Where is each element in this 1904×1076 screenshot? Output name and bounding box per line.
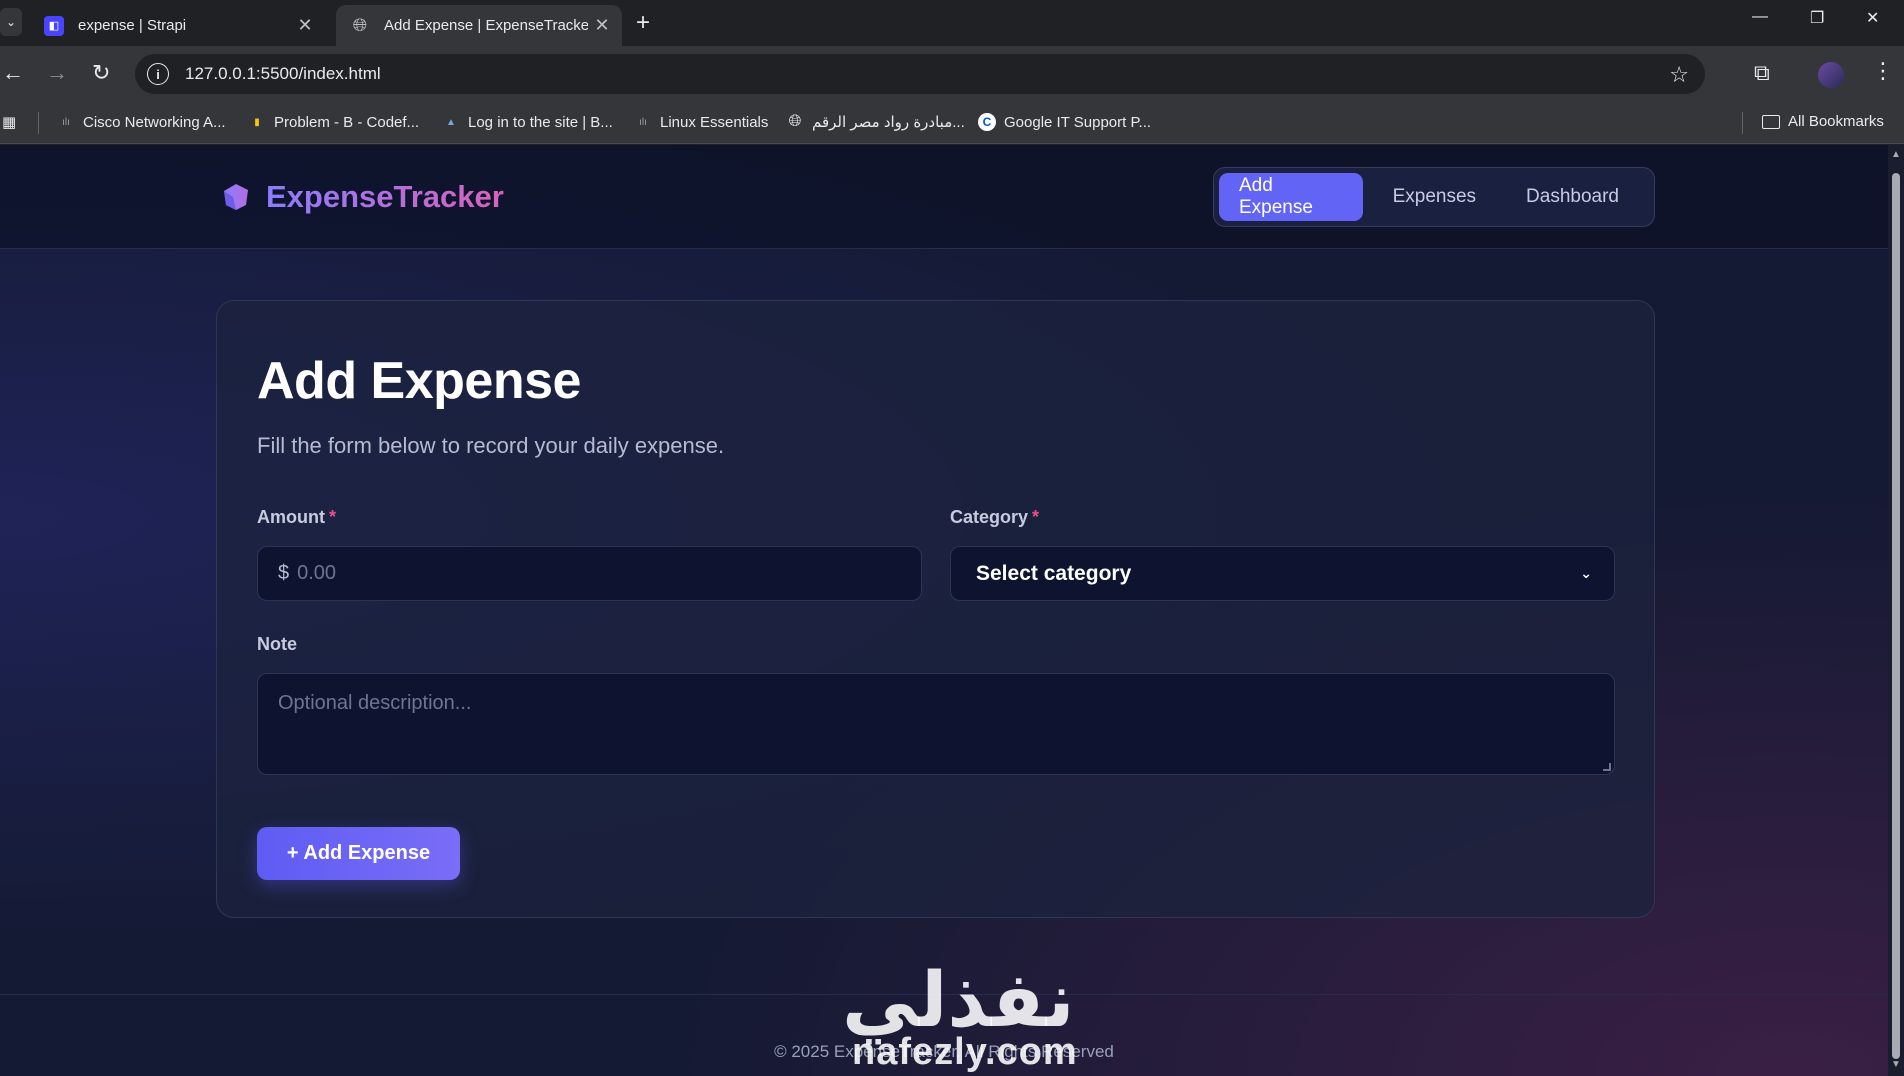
back-icon[interactable]: ←	[2, 60, 24, 86]
more-menu-icon[interactable]: ⋮	[1872, 58, 1894, 84]
apps-grid-icon[interactable]: ▦	[2, 113, 16, 131]
new-tab-button[interactable]: +	[636, 9, 650, 37]
bookmark-cisco[interactable]: ılı Cisco Networking A...	[57, 113, 226, 131]
chevron-down-icon: ⌄	[1580, 565, 1592, 581]
tab-title: expense | Strapi	[78, 17, 187, 34]
folder-icon	[1762, 114, 1780, 129]
scroll-up-icon[interactable]: ▲	[1891, 149, 1901, 160]
tab-title: Add Expense | ExpenseTracker	[384, 17, 588, 34]
category-select[interactable]: Select category ⌄	[950, 546, 1615, 601]
all-bookmarks-label: All Bookmarks	[1788, 113, 1884, 130]
reload-icon[interactable]: ↻	[92, 60, 110, 86]
browser-tab-expensetracker[interactable]: 🌐︎ Add Expense | ExpenseTracker ✕	[336, 5, 622, 46]
profile-avatar[interactable]	[1818, 62, 1844, 88]
scroll-down-icon[interactable]: ▼	[1891, 1059, 1901, 1070]
chevron-down-icon: ⌄	[5, 15, 17, 29]
bookmark-login[interactable]: ▲ Log in to the site | B...	[442, 113, 613, 131]
codeforces-icon: ▮	[254, 116, 260, 128]
note-field[interactable]	[257, 673, 1615, 775]
close-icon[interactable]: ✕	[588, 15, 616, 36]
browser-tab-strapi[interactable]: ◧ expense | Strapi ✕	[30, 5, 325, 46]
bookmarks-bar: ▦ ılı Cisco Networking A... ▮ Problem - …	[0, 102, 1904, 144]
minimize-icon[interactable]: —	[1752, 8, 1768, 26]
bookmark-label: Google IT Support P...	[1004, 113, 1152, 131]
nav-add-expense[interactable]: Add Expense	[1219, 173, 1363, 221]
note-textarea[interactable]	[278, 692, 1594, 756]
bookmark-label: مبادرة رواد مصر الرقم...	[812, 114, 965, 131]
cisco-icon: ılı	[62, 116, 70, 128]
currency-symbol: $	[278, 562, 290, 584]
bookmark-linux[interactable]: ılı Linux Essentials	[634, 113, 768, 131]
required-marker: *	[1032, 507, 1040, 527]
bookmark-google-it[interactable]: C Google IT Support P...	[978, 113, 1151, 131]
brand-logo[interactable]: ExpenseTracker	[220, 179, 504, 215]
bookmark-star-icon[interactable]: ☆	[1669, 62, 1689, 88]
main-nav: Add Expense Expenses Dashboard	[1213, 167, 1655, 227]
bookmarks-divider	[38, 112, 39, 134]
watermark-latin: nafezly.com	[852, 1031, 1078, 1073]
url-text[interactable]: 127.0.0.1:5500/index.html	[185, 64, 381, 84]
amount-label: Amount *	[257, 507, 336, 528]
category-label: Category *	[950, 507, 1039, 528]
tab-search-button[interactable]: ⌄	[0, 8, 22, 36]
bookmark-codeforces[interactable]: ▮ Problem - B - Codef...	[248, 113, 419, 131]
bookmarks-divider	[1742, 112, 1743, 134]
bookmark-rowad[interactable]: 🌐︎ مبادرة رواد مصر الرقم...	[786, 113, 965, 131]
all-bookmarks[interactable]: All Bookmarks	[1762, 113, 1884, 130]
category-label-text: Category	[950, 507, 1029, 527]
category-selected-value: Select category	[976, 561, 1132, 585]
restore-icon[interactable]: ❐	[1810, 8, 1824, 28]
resize-handle-icon[interactable]	[1603, 763, 1611, 771]
browser-tab-bar: ⌄ ◧ expense | Strapi ✕ 🌐︎ Add Expense | …	[0, 0, 1904, 46]
page-scrollbar[interactable]: ▲ ▼	[1888, 145, 1904, 1076]
page-subtitle: Fill the form below to record your daily…	[257, 433, 725, 458]
page-viewport: ExpenseTracker Add Expense Expenses Dash…	[0, 145, 1888, 1076]
note-label: Note	[257, 634, 297, 654]
globe-icon: 🌐︎	[352, 15, 368, 35]
add-expense-card: Add Expense Fill the form below to recor…	[216, 300, 1655, 918]
strapi-favicon-icon: ◧	[44, 15, 64, 36]
forward-icon[interactable]: →	[46, 60, 68, 86]
bookmark-label: Linux Essentials	[660, 113, 769, 131]
coursera-icon: C	[978, 113, 996, 131]
bookmark-label: Log in to the site | B...	[468, 113, 613, 131]
site-header: ExpenseTracker Add Expense Expenses Dash…	[0, 145, 1888, 249]
amount-label-text: Amount	[257, 507, 325, 527]
site-icon: ▲	[446, 116, 456, 128]
globe-icon: 🌐︎	[788, 113, 802, 130]
nav-dashboard[interactable]: Dashboard	[1506, 173, 1639, 221]
required-marker: *	[328, 507, 336, 527]
add-expense-button[interactable]: + Add Expense	[257, 827, 460, 880]
window-close-icon[interactable]: ✕	[1866, 8, 1879, 28]
address-bar[interactable]: i 127.0.0.1:5500/index.html ☆	[135, 54, 1705, 94]
page-title: Add Expense	[257, 352, 581, 410]
extensions-icon[interactable]: ⧉	[1754, 60, 1770, 86]
wallet-icon	[224, 184, 248, 210]
cisco-icon: ılı	[639, 116, 647, 128]
nav-expenses[interactable]: Expenses	[1373, 173, 1496, 221]
brand-name: ExpenseTracker	[266, 179, 504, 214]
scrollbar-thumb[interactable]	[1892, 173, 1900, 1059]
bookmark-label: Cisco Networking A...	[83, 113, 226, 131]
site-info-icon[interactable]: i	[147, 63, 169, 85]
close-icon[interactable]: ✕	[291, 15, 319, 36]
amount-input[interactable]	[297, 562, 898, 585]
amount-field[interactable]: $	[257, 546, 922, 601]
browser-toolbar: ← → ↻ i 127.0.0.1:5500/index.html ☆ ⧉ ⋮	[0, 46, 1904, 102]
bookmark-label: Problem - B - Codef...	[274, 113, 420, 131]
